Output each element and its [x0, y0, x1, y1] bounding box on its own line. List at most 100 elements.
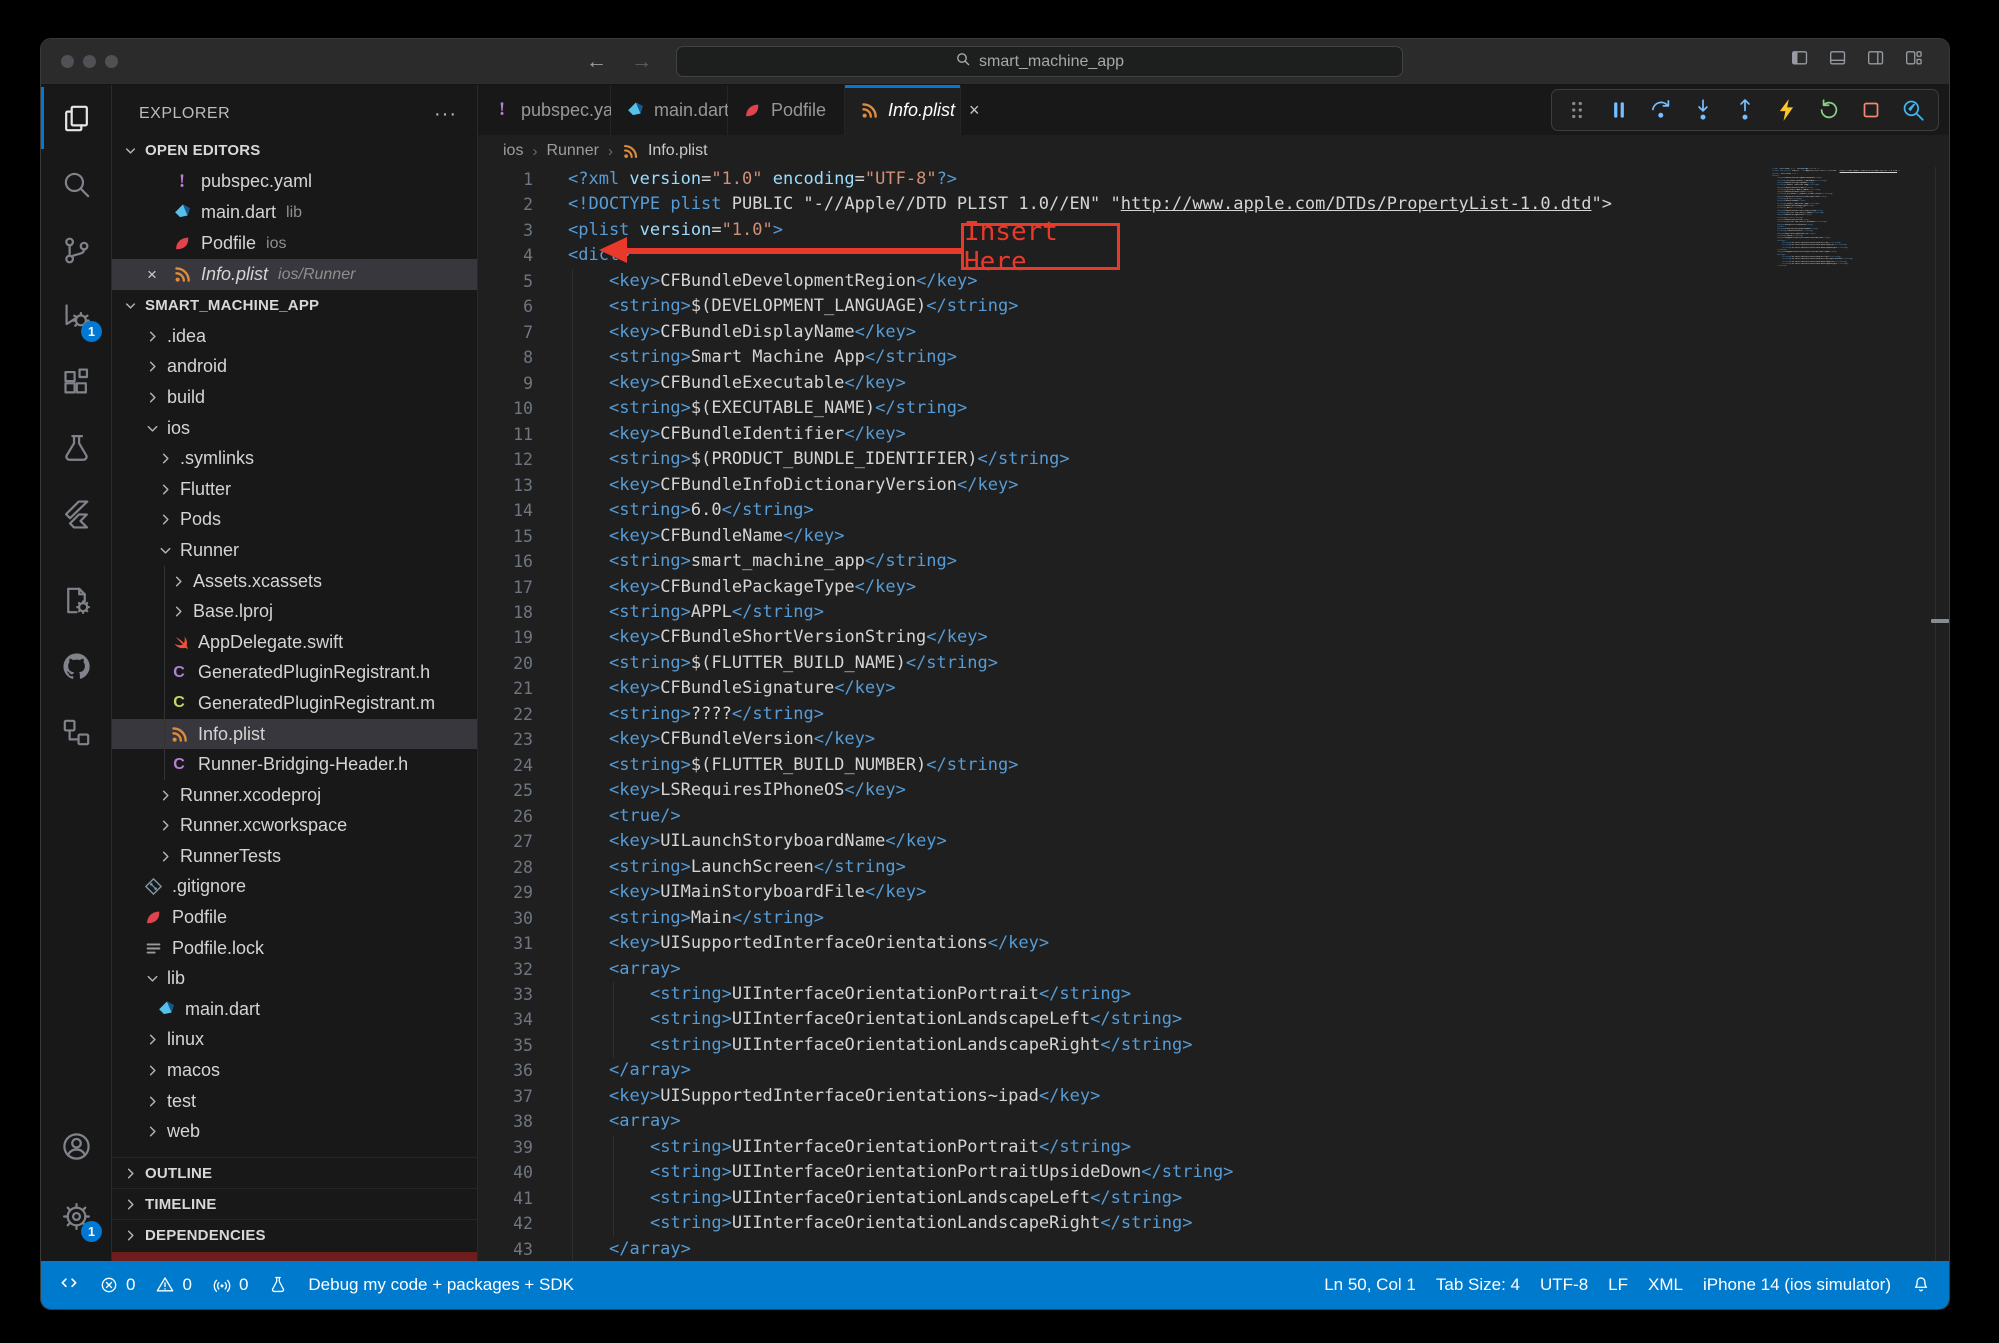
- tree-folder-assets.xcassets[interactable]: Assets.xcassets: [112, 566, 477, 597]
- tree-folder-.idea[interactable]: .idea: [112, 321, 477, 352]
- stop-icon[interactable]: [1858, 97, 1884, 123]
- code-line-21[interactable]: 21<key>CFBundleSignature</key>: [478, 676, 1949, 701]
- tree-folder-flutter[interactable]: Flutter: [112, 474, 477, 505]
- sidebar-section-dependencies[interactable]: DEPENDENCIES: [112, 1219, 477, 1250]
- zoom-window-icon[interactable]: [105, 55, 118, 68]
- inspector-icon[interactable]: [1900, 97, 1926, 123]
- tab-info.plist[interactable]: Info.plist×: [845, 85, 961, 135]
- code-line-30[interactable]: 30<string>Main</string>: [478, 906, 1949, 931]
- step-into-icon[interactable]: [1690, 97, 1716, 123]
- step-over-icon[interactable]: [1648, 97, 1674, 123]
- open-editor-item[interactable]: main.dartlib: [112, 197, 477, 228]
- code-line-35[interactable]: 35<string>UIInterfaceOrientationLandscap…: [478, 1033, 1949, 1058]
- code-line-19[interactable]: 19<key>CFBundleShortVersionString</key>: [478, 625, 1949, 650]
- code-line-32[interactable]: 32<array>: [478, 957, 1949, 982]
- code-line-22[interactable]: 22<string>????</string>: [478, 702, 1949, 727]
- tree-folder-runnertests[interactable]: RunnerTests: [112, 841, 477, 872]
- code-line-33[interactable]: 33<string>UIInterfaceOrientationPortrait…: [478, 982, 1949, 1007]
- code-line-1[interactable]: 1<?xml version="1.0" encoding="UTF-8"?>: [478, 167, 1949, 192]
- indentation[interactable]: Tab Size: 4: [1436, 1275, 1520, 1295]
- github-icon[interactable]: [43, 633, 109, 699]
- code-editor[interactable]: 1<?xml version="1.0" encoding="UTF-8"?>2…: [478, 167, 1949, 1261]
- errors[interactable]: 0: [99, 1275, 135, 1295]
- broadcast-count[interactable]: 0: [212, 1275, 248, 1295]
- account-icon[interactable]: [43, 1113, 109, 1179]
- open-editor-item[interactable]: Podfileios: [112, 228, 477, 259]
- debug-config-icon[interactable]: [268, 1275, 288, 1295]
- run-debug-icon[interactable]: 1: [43, 283, 109, 349]
- layout-sidebar-right-icon[interactable]: [1866, 48, 1889, 76]
- warnings[interactable]: 0: [155, 1275, 191, 1295]
- project-settings-icon[interactable]: [43, 567, 109, 633]
- layout-customize-icon[interactable]: [1904, 48, 1927, 76]
- code-line-17[interactable]: 17<key>CFBundlePackageType</key>: [478, 575, 1949, 600]
- breadcrumb-item[interactable]: ios: [503, 142, 523, 160]
- eol[interactable]: LF: [1608, 1275, 1628, 1295]
- command-center[interactable]: smart_machine_app: [676, 46, 1403, 77]
- code-line-43[interactable]: 43</array>: [478, 1237, 1949, 1261]
- pause-icon[interactable]: [1606, 97, 1632, 123]
- scrollbar-handle[interactable]: [1931, 619, 1949, 623]
- code-line-16[interactable]: 16<string>smart_machine_app</string>: [478, 549, 1949, 574]
- flutter-icon[interactable]: [43, 481, 109, 547]
- code-line-2[interactable]: 2<!DOCTYPE plist PUBLIC "-//Apple//DTD P…: [478, 192, 1949, 217]
- close-tab-icon[interactable]: ×: [969, 100, 980, 121]
- tree-folder-runner.xcodeproj[interactable]: Runner.xcodeproj: [112, 780, 477, 811]
- code-line-5[interactable]: 5<key>CFBundleDevelopmentRegion</key>: [478, 269, 1949, 294]
- settings-icon[interactable]: 1: [43, 1183, 109, 1249]
- code-line-41[interactable]: 41<string>UIInterfaceOrientationLandscap…: [478, 1186, 1949, 1211]
- tree-folder-ios[interactable]: ios: [112, 413, 477, 444]
- sidebar-section-timeline[interactable]: TIMELINE: [112, 1188, 477, 1219]
- cursor-position[interactable]: Ln 50, Col 1: [1324, 1275, 1416, 1295]
- code-line-6[interactable]: 6<string>$(DEVELOPMENT_LANGUAGE)</string…: [478, 294, 1949, 319]
- open-editor-item[interactable]: !pubspec.yaml: [112, 166, 477, 197]
- nav-forward-icon[interactable]: →: [631, 50, 652, 74]
- code-line-12[interactable]: 12<string>$(PRODUCT_BUNDLE_IDENTIFIER)</…: [478, 447, 1949, 472]
- tree-file-generatedpluginregistrant.h[interactable]: CGeneratedPluginRegistrant.h: [112, 658, 477, 689]
- files-icon[interactable]: [43, 85, 109, 151]
- hot-reload-icon[interactable]: [1774, 97, 1800, 123]
- code-line-14[interactable]: 14<string>6.0</string>: [478, 498, 1949, 523]
- tree-folder-pods[interactable]: Pods: [112, 505, 477, 536]
- code-line-28[interactable]: 28<string>LaunchScreen</string>: [478, 855, 1949, 880]
- tree-folder-android[interactable]: android: [112, 352, 477, 383]
- layout-panel-icon[interactable]: [1828, 48, 1851, 76]
- code-line-11[interactable]: 11<key>CFBundleIdentifier</key>: [478, 422, 1949, 447]
- notifications[interactable]: [1911, 1275, 1931, 1295]
- open-editor-item[interactable]: ×Info.plistios/Runner: [112, 259, 477, 290]
- remote-indicator[interactable]: [59, 1275, 79, 1295]
- tree-file-appdelegate.swift[interactable]: AppDelegate.swift: [112, 627, 477, 658]
- breadcrumb-item[interactable]: Runner: [546, 142, 598, 160]
- nav-back-icon[interactable]: ←: [586, 50, 607, 74]
- code-line-7[interactable]: 7<key>CFBundleDisplayName</key>: [478, 320, 1949, 345]
- tree-file-main.dart[interactable]: main.dart: [112, 994, 477, 1025]
- tree-folder-.symlinks[interactable]: .symlinks: [112, 443, 477, 474]
- tree-folder-macos[interactable]: macos: [112, 1055, 477, 1086]
- tab-main.dart[interactable]: main.dart: [611, 85, 728, 135]
- open-editors-header[interactable]: OPEN EDITORS: [112, 135, 477, 166]
- code-line-10[interactable]: 10<string>$(EXECUTABLE_NAME)</string>: [478, 396, 1949, 421]
- extensions-icon[interactable]: [43, 349, 109, 415]
- tree-folder-lib[interactable]: lib: [112, 963, 477, 994]
- minimize-window-icon[interactable]: [83, 55, 96, 68]
- more-actions-icon[interactable]: ···: [434, 103, 457, 126]
- restart-icon[interactable]: [1816, 97, 1842, 123]
- code-line-26[interactable]: 26<true/>: [478, 804, 1949, 829]
- code-line-37[interactable]: 37<key>UISupportedInterfaceOrientations~…: [478, 1084, 1949, 1109]
- hierarchy-icon[interactable]: [43, 699, 109, 765]
- code-line-13[interactable]: 13<key>CFBundleInfoDictionaryVersion</ke…: [478, 473, 1949, 498]
- code-line-31[interactable]: 31<key>UISupportedInterfaceOrientations<…: [478, 931, 1949, 956]
- code-line-18[interactable]: 18<string>APPL</string>: [478, 600, 1949, 625]
- layout-sidebar-left-icon[interactable]: [1790, 48, 1813, 76]
- project-section-header[interactable]: SMART_MACHINE_APP: [112, 290, 477, 321]
- search-icon[interactable]: [43, 151, 109, 217]
- code-line-36[interactable]: 36</array>: [478, 1058, 1949, 1083]
- scrollbar-track[interactable]: [1935, 167, 1936, 1261]
- tree-folder-base.lproj[interactable]: Base.lproj: [112, 596, 477, 627]
- code-line-8[interactable]: 8<string>Smart Machine App</string>: [478, 345, 1949, 370]
- device-selector[interactable]: iPhone 14 (ios simulator): [1703, 1275, 1891, 1295]
- tab-podfile[interactable]: Podfile: [728, 85, 845, 135]
- grip-icon[interactable]: [1564, 97, 1590, 123]
- tree-file-info.plist[interactable]: Info.plist: [112, 719, 477, 750]
- sidebar-section-outline[interactable]: OUTLINE: [112, 1157, 477, 1188]
